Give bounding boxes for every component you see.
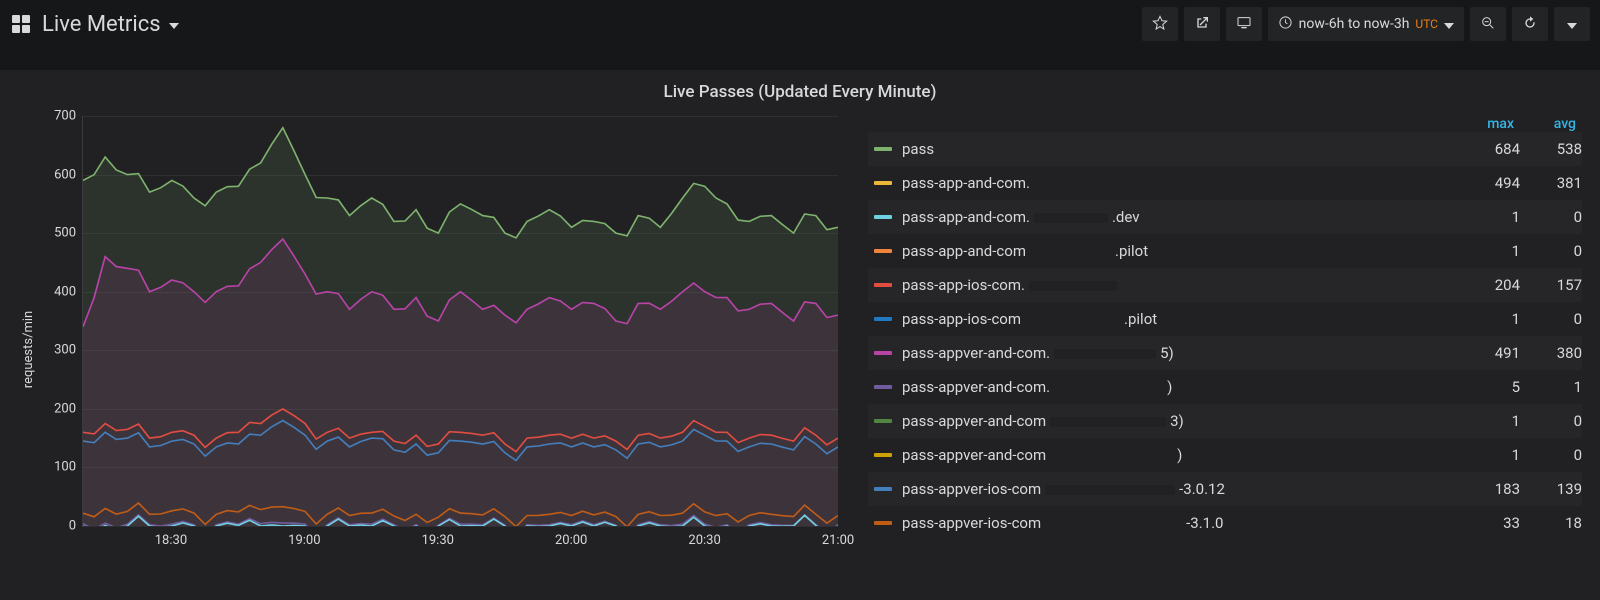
zoom-out-button[interactable] — [1470, 7, 1506, 41]
legend-swatch — [874, 419, 892, 423]
chart[interactable]: requests/min 0100200300400500600700 18:3… — [18, 116, 838, 582]
legend-series-name: pass-app-and-com.pilot — [902, 242, 1458, 260]
legend-max-value: 491 — [1458, 344, 1520, 362]
legend-swatch — [874, 351, 892, 355]
share-button[interactable] — [1184, 7, 1220, 41]
dashboard-title-picker[interactable]: Live Metrics — [42, 12, 179, 37]
y-axis-label: requests/min — [22, 310, 37, 387]
legend-max-value: 204 — [1458, 276, 1520, 294]
legend-avg-value: 157 — [1520, 276, 1582, 294]
legend-swatch — [874, 453, 892, 457]
legend-row[interactable]: pass-app-and-com.494381 — [868, 166, 1582, 200]
legend-max-value: 1 — [1458, 446, 1520, 464]
monitor-icon — [1236, 15, 1252, 34]
legend-max-value: 494 — [1458, 174, 1520, 192]
legend-swatch — [874, 181, 892, 185]
legend-row[interactable]: pass-appver-and-com.5)491380 — [868, 336, 1582, 370]
legend-avg-value: 139 — [1520, 480, 1582, 498]
grid-icon — [10, 13, 32, 35]
time-range-picker[interactable]: now-6h to now-3h UTC — [1268, 7, 1464, 41]
refresh-button[interactable] — [1512, 7, 1548, 41]
legend: max avg pass684538pass-app-and-com.49438… — [838, 116, 1582, 582]
chevron-down-icon — [169, 23, 179, 29]
legend-avg-value: 0 — [1520, 310, 1582, 328]
dashboard-header: Live Metrics now-6h to now-3h UTC — [0, 0, 1600, 48]
legend-series-name: pass-appver-ios-com-3.0.12 — [902, 480, 1458, 498]
legend-row[interactable]: pass684538 — [868, 132, 1582, 166]
legend-swatch — [874, 249, 892, 253]
x-axis-ticks: 18:3019:0019:3020:0020:3021:00 — [82, 533, 838, 551]
legend-max-value: 5 — [1458, 378, 1520, 396]
legend-max-value: 33 — [1458, 514, 1520, 532]
legend-swatch — [874, 385, 892, 389]
legend-avg-value: 0 — [1520, 208, 1582, 226]
chevron-down-icon — [1444, 23, 1454, 29]
legend-row[interactable]: pass-appver-and-com3)10 — [868, 404, 1582, 438]
legend-avg-value: 381 — [1520, 174, 1582, 192]
legend-max-value: 1 — [1458, 310, 1520, 328]
plot-area[interactable] — [82, 116, 838, 527]
legend-row[interactable]: pass-app-ios-com.204157 — [868, 268, 1582, 302]
legend-swatch — [874, 215, 892, 219]
legend-swatch — [874, 283, 892, 287]
star-button[interactable] — [1142, 7, 1178, 41]
legend-avg-value: 380 — [1520, 344, 1582, 362]
legend-series-name: pass-appver-ios-com-3.1.0 — [902, 514, 1458, 532]
legend-row[interactable]: pass-app-and-com..dev10 — [868, 200, 1582, 234]
clock-icon — [1278, 15, 1293, 34]
legend-series-name: pass-appver-and-com.) — [902, 378, 1458, 396]
refresh-icon — [1522, 15, 1538, 34]
legend-series-name: pass-app-ios-com. — [902, 276, 1458, 294]
legend-max-value: 183 — [1458, 480, 1520, 498]
legend-avg-value: 0 — [1520, 242, 1582, 260]
legend-max-value: 684 — [1458, 140, 1520, 158]
chevron-down-icon — [1567, 23, 1577, 29]
legend-series-name: pass-appver-and-com) — [902, 446, 1458, 464]
legend-row[interactable]: pass-appver-and-com.)51 — [868, 370, 1582, 404]
legend-row[interactable]: pass-appver-and-com)10 — [868, 438, 1582, 472]
legend-row[interactable]: pass-app-ios-com.pilot10 — [868, 302, 1582, 336]
legend-avg-value: 0 — [1520, 412, 1582, 430]
dashboard-title: Live Metrics — [42, 12, 161, 37]
legend-series-name: pass — [902, 140, 1458, 158]
star-icon — [1152, 15, 1168, 34]
legend-series-name: pass-app-ios-com.pilot — [902, 310, 1458, 328]
legend-avg-value: 1 — [1520, 378, 1582, 396]
time-range-label: now-6h to now-3h — [1299, 16, 1410, 32]
legend-series-name: pass-app-and-com..dev — [902, 208, 1458, 226]
legend-swatch — [874, 521, 892, 525]
panel-live-passes: Live Passes (Updated Every Minute) reque… — [0, 70, 1600, 600]
legend-series-name: pass-appver-and-com.5) — [902, 344, 1458, 362]
legend-row[interactable]: pass-appver-ios-com-3.0.12183139 — [868, 472, 1582, 506]
legend-swatch — [874, 487, 892, 491]
legend-max-value: 1 — [1458, 242, 1520, 260]
tv-mode-button[interactable] — [1226, 7, 1262, 41]
panel-title: Live Passes (Updated Every Minute) — [18, 82, 1582, 102]
legend-col-max[interactable]: max — [1452, 116, 1514, 132]
legend-row[interactable]: pass-appver-ios-com-3.1.03318 — [868, 506, 1582, 540]
legend-avg-value: 18 — [1520, 514, 1582, 532]
legend-swatch — [874, 147, 892, 151]
legend-max-value: 1 — [1458, 412, 1520, 430]
legend-avg-value: 0 — [1520, 446, 1582, 464]
legend-header: max avg — [868, 116, 1582, 132]
utc-label: UTC — [1415, 17, 1438, 31]
legend-row[interactable]: pass-app-and-com.pilot10 — [868, 234, 1582, 268]
share-icon — [1194, 15, 1210, 34]
zoom-out-icon — [1480, 15, 1496, 34]
legend-swatch — [874, 317, 892, 321]
legend-col-avg[interactable]: avg — [1514, 116, 1576, 132]
legend-avg-value: 538 — [1520, 140, 1582, 158]
legend-max-value: 1 — [1458, 208, 1520, 226]
legend-series-name: pass-appver-and-com3) — [902, 412, 1458, 430]
y-axis-ticks: 0100200300400500600700 — [40, 116, 82, 582]
refresh-interval-picker[interactable] — [1554, 7, 1590, 41]
legend-series-name: pass-app-and-com. — [902, 174, 1458, 192]
